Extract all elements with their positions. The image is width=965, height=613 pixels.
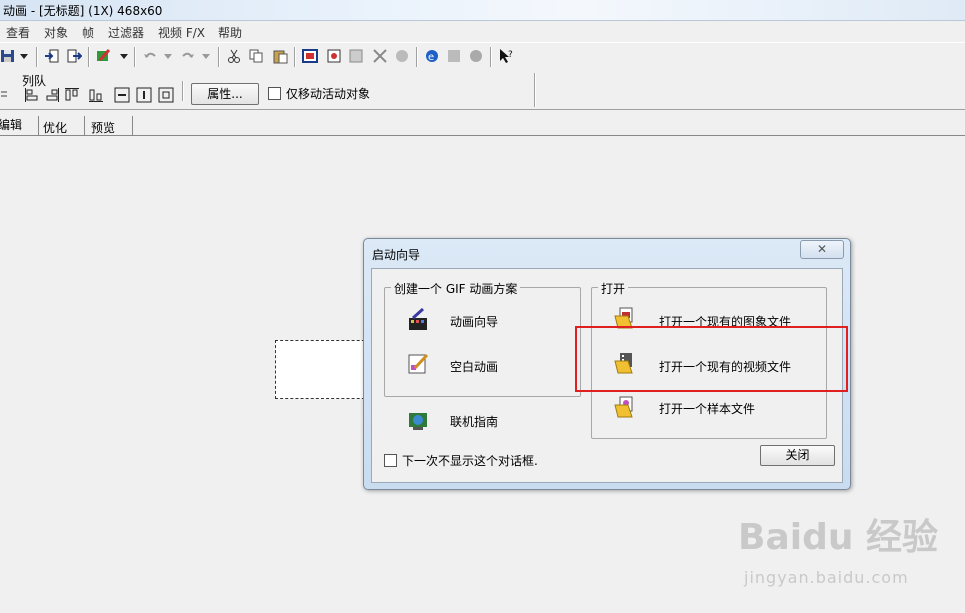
properties-button[interactable]: 属性... [191, 83, 259, 105]
align-left-icon[interactable] [24, 87, 40, 103]
watermark-url: jingyan.baidu.com [744, 568, 909, 587]
view-tabs: 编辑 优化 预览 [0, 110, 965, 136]
undo-dropdown-icon[interactable] [162, 48, 174, 64]
watermark-main: Baidu 经验 [738, 517, 939, 558]
redo-dropdown-icon[interactable] [200, 48, 212, 64]
paint-dropdown-icon[interactable] [118, 48, 130, 64]
menu-bar: 查看 对象 帧 过滤器 视频 F/X 帮助 [0, 21, 965, 41]
dont-show-again-label: 下一次不显示这个对话框. [402, 454, 538, 468]
menu-video-fx[interactable]: 视频 F/X [158, 24, 205, 41]
paint-icon[interactable] [96, 48, 112, 64]
move-active-only-checkbox[interactable] [268, 87, 281, 100]
globe-icon[interactable] [468, 48, 484, 64]
main-toolbar: e ? [0, 42, 965, 72]
toolbar-separator [182, 81, 184, 101]
blank-animation-link[interactable]: 空白动画 [450, 358, 498, 375]
toolbar-separator [490, 47, 492, 67]
menu-view[interactable]: 查看 [6, 24, 30, 41]
add-frame-icon[interactable] [326, 48, 342, 64]
paste-icon[interactable] [272, 48, 288, 64]
toolbar-separator [218, 47, 220, 67]
dont-show-again-checkbox[interactable] [384, 454, 397, 467]
animation-canvas[interactable] [275, 340, 375, 399]
open-sample-file-link[interactable]: 打开一个样本文件 [659, 400, 755, 417]
blank-animation-icon[interactable] [407, 352, 431, 376]
animation-wizard-link[interactable]: 动画向导 [450, 313, 498, 330]
delete-frame-icon[interactable] [348, 48, 364, 64]
import-icon[interactable] [44, 48, 60, 64]
center-both-icon[interactable] [158, 87, 174, 103]
align-top-icon[interactable] [64, 87, 80, 103]
banner-icon[interactable] [446, 48, 462, 64]
toolbar-separator [88, 47, 90, 67]
toolbar-separator [134, 47, 136, 67]
open-group-title: 打开 [598, 280, 629, 297]
svg-text:?: ? [508, 50, 513, 60]
create-gif-group: 创建一个 GIF 动画方案 动画向导 空白动画 [384, 280, 581, 397]
create-gif-group-title: 创建一个 GIF 动画方案 [391, 280, 521, 297]
frame-icon[interactable] [302, 48, 318, 64]
tab-preview[interactable]: 预览 [91, 119, 115, 137]
tab-edit[interactable]: 编辑 [0, 116, 22, 134]
align-handle-icon[interactable] [0, 87, 10, 103]
save-icon[interactable] [0, 48, 16, 64]
copy-icon[interactable] [248, 48, 264, 64]
tab-divider [84, 116, 85, 135]
dialog-close-x-button[interactable]: ✕ [800, 240, 844, 259]
browser-preview-icon[interactable]: e [424, 48, 440, 64]
menu-object[interactable]: 对象 [44, 24, 68, 41]
close-button[interactable]: 关闭 [760, 445, 835, 466]
toolbar-separator [36, 47, 38, 67]
center-horizontal-icon[interactable] [136, 87, 152, 103]
redo-icon[interactable] [180, 48, 196, 64]
title-bar: 动画 - [无标题] (1X) 468x60 [0, 0, 965, 21]
toolbar-separator [294, 47, 296, 67]
align-bottom-icon[interactable] [88, 87, 104, 103]
toolbar-separator [416, 47, 418, 67]
animation-wizard-icon[interactable] [407, 308, 431, 332]
tab-divider [132, 116, 133, 135]
svg-text:e: e [428, 52, 434, 63]
window-title: 动画 - [无标题] (1X) 468x60 [3, 4, 163, 18]
save-dropdown-icon[interactable] [18, 48, 30, 64]
rotate-icon[interactable] [394, 48, 410, 64]
tab-optimize[interactable]: 优化 [43, 119, 67, 137]
open-sample-file-icon[interactable] [614, 395, 638, 419]
online-guide-icon[interactable] [407, 409, 431, 433]
toolbar-separator [534, 73, 536, 107]
online-guide-link[interactable]: 联机指南 [450, 413, 498, 430]
help-pointer-icon[interactable]: ? [498, 48, 514, 64]
menu-frame[interactable]: 帧 [82, 24, 94, 41]
undo-icon[interactable] [142, 48, 158, 64]
dialog-title: 启动向导 [372, 248, 421, 262]
move-active-only-label: 仅移动活动对象 [286, 87, 371, 101]
highlight-box [575, 326, 848, 392]
tab-divider [38, 116, 39, 135]
align-toolbar: 列队 属性... 仅移动活动对象 [0, 71, 965, 110]
align-right-icon[interactable] [44, 87, 60, 103]
resize-icon[interactable] [372, 48, 388, 64]
menu-help[interactable]: 帮助 [218, 24, 242, 41]
export-icon[interactable] [66, 48, 82, 64]
cut-icon[interactable] [226, 48, 242, 64]
menu-filter[interactable]: 过滤器 [108, 24, 144, 41]
center-vertical-icon[interactable] [114, 87, 130, 103]
